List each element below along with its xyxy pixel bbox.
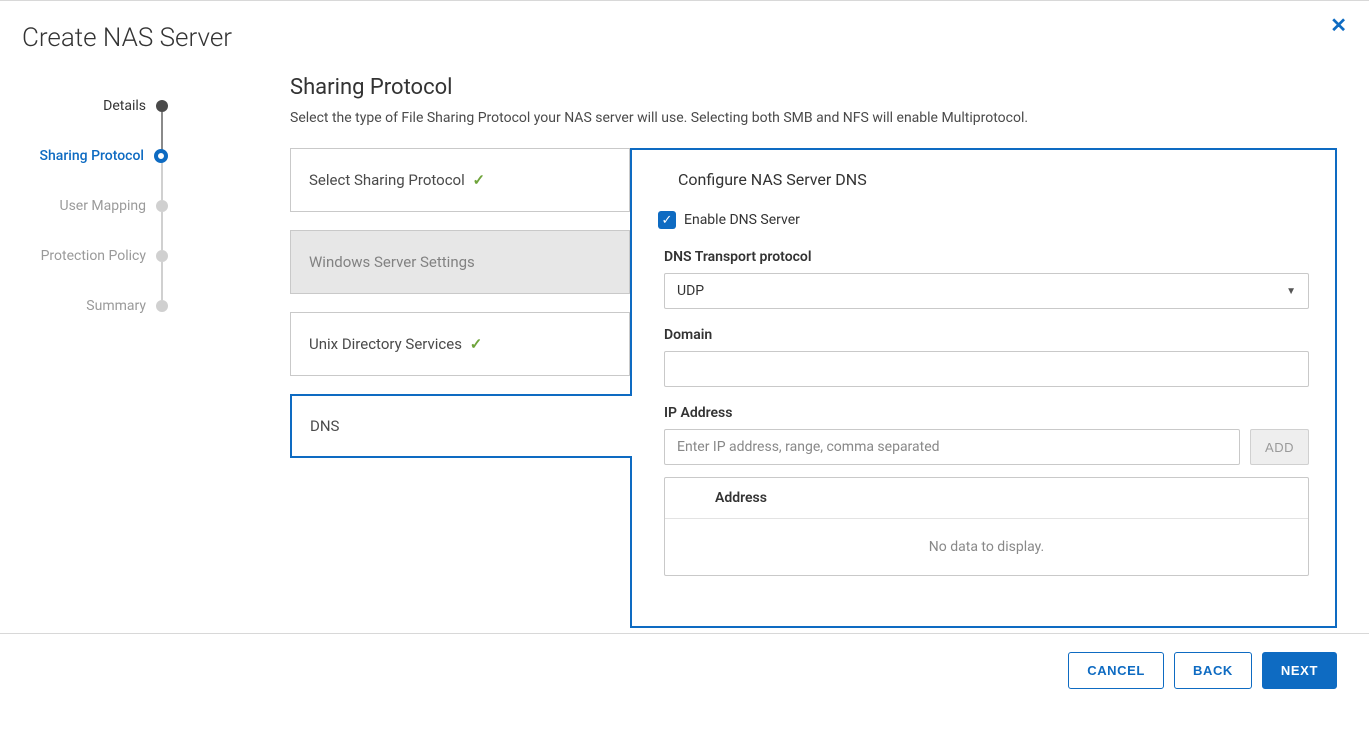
- substep-unix-directory-services[interactable]: Unix Directory Services ✓: [290, 312, 630, 376]
- wizard-body: Details Sharing Protocol User Mapping Pr…: [0, 63, 1369, 628]
- step-dot-icon: [156, 300, 168, 312]
- ip-input-row: ADD: [664, 429, 1309, 465]
- ip-label: IP Address: [664, 405, 1309, 421]
- chevron-down-icon: ▼: [1286, 286, 1296, 297]
- back-button[interactable]: BACK: [1174, 652, 1252, 689]
- step-dot-icon: [156, 200, 168, 212]
- page-title: Create NAS Server: [0, 1, 1369, 63]
- ip-field: IP Address ADD Address No data to displa…: [664, 405, 1309, 576]
- domain-label: Domain: [664, 327, 1309, 343]
- step-label: User Mapping: [59, 198, 146, 214]
- close-icon[interactable]: ✕: [1330, 15, 1347, 35]
- ip-address-table: Address No data to display.: [664, 477, 1309, 576]
- substep-label: Unix Directory Services: [309, 335, 462, 353]
- enable-dns-row: ✓ Enable DNS Server: [658, 211, 1309, 229]
- substep-label: DNS: [310, 417, 339, 435]
- enable-dns-checkbox[interactable]: ✓: [658, 211, 676, 229]
- add-ip-button[interactable]: ADD: [1250, 429, 1309, 465]
- step-label: Details: [103, 98, 146, 114]
- substep-select-sharing-protocol[interactable]: Select Sharing Protocol ✓: [290, 148, 630, 212]
- cancel-button[interactable]: CANCEL: [1068, 652, 1164, 689]
- step-connector: [161, 112, 163, 150]
- step-dot-icon: [156, 250, 168, 262]
- domain-input[interactable]: [664, 351, 1309, 387]
- step-dot-icon: [154, 149, 168, 163]
- dns-panel-title: Configure NAS Server DNS: [678, 170, 1309, 189]
- wizard-footer: CANCEL BACK NEXT: [0, 633, 1369, 689]
- transport-field: DNS Transport protocol UDP ▼: [664, 249, 1309, 309]
- step-label: Summary: [86, 298, 146, 314]
- substep-label: Windows Server Settings: [309, 253, 475, 271]
- step-label: Sharing Protocol: [40, 148, 144, 164]
- substep-windows-server-settings[interactable]: Windows Server Settings: [290, 230, 630, 294]
- step-connector: [161, 162, 163, 200]
- step-connector: [161, 262, 163, 300]
- transport-select[interactable]: UDP ▼: [664, 273, 1309, 309]
- domain-field: Domain: [664, 327, 1309, 387]
- substep-list: Select Sharing Protocol ✓ Windows Server…: [290, 148, 630, 458]
- checkmark-icon: ✓: [472, 171, 485, 189]
- step-connector: [161, 212, 163, 250]
- step-details[interactable]: Details: [0, 81, 190, 131]
- substep-columns: Select Sharing Protocol ✓ Windows Server…: [290, 148, 1337, 628]
- step-label: Protection Policy: [41, 248, 146, 264]
- table-empty-text: No data to display.: [665, 519, 1308, 575]
- enable-dns-label: Enable DNS Server: [684, 212, 800, 228]
- table-header-address: Address: [665, 478, 1308, 519]
- ip-address-input[interactable]: [664, 429, 1240, 465]
- step-dot-icon: [156, 100, 168, 112]
- substep-label: Select Sharing Protocol: [309, 171, 465, 189]
- transport-label: DNS Transport protocol: [664, 249, 1309, 265]
- main-panel: Sharing Protocol Select the type of File…: [190, 63, 1369, 628]
- substep-dns[interactable]: DNS: [290, 394, 632, 458]
- wizard-dialog: ✕ Create NAS Server Details Sharing Prot…: [0, 0, 1369, 729]
- transport-value: UDP: [677, 283, 704, 299]
- section-title: Sharing Protocol: [290, 75, 1337, 100]
- checkmark-icon: ✓: [470, 335, 483, 353]
- wizard-stepper: Details Sharing Protocol User Mapping Pr…: [0, 63, 190, 331]
- section-description: Select the type of File Sharing Protocol…: [290, 110, 1337, 126]
- dns-config-panel: Configure NAS Server DNS ✓ Enable DNS Se…: [630, 148, 1337, 628]
- next-button[interactable]: NEXT: [1262, 652, 1337, 689]
